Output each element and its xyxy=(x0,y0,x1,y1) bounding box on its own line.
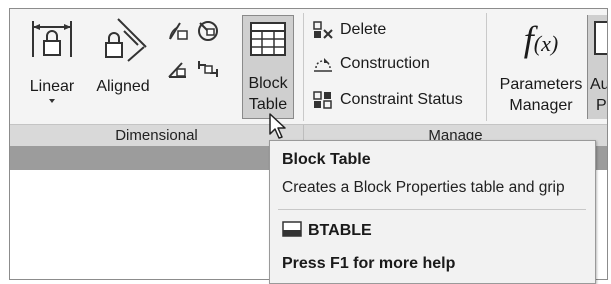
radial-constraint-icon[interactable] xyxy=(196,19,220,43)
tooltip-command: BTABLE xyxy=(282,221,372,240)
parameters-manager-label-line1: Parameters xyxy=(499,76,583,93)
construction-button[interactable]: Construction xyxy=(312,52,430,76)
linear-dimension-icon xyxy=(32,21,72,57)
linear-button[interactable]: Linear xyxy=(24,15,80,115)
block-table-button[interactable]: Block Table xyxy=(242,15,294,119)
auto-label-line2: P xyxy=(596,97,607,114)
construction-label: Construction xyxy=(340,55,430,72)
parameters-manager-label-line2: Manager xyxy=(509,97,573,114)
linear-label: Linear xyxy=(29,78,75,95)
tooltip-command-name: BTABLE xyxy=(308,222,372,239)
constraint-status-icon xyxy=(313,91,332,109)
tool-icon-partial xyxy=(594,21,607,55)
dimensional-panel-title[interactable]: Dimensional xyxy=(10,125,303,147)
constraint-status-button[interactable]: Constraint Status xyxy=(312,88,463,112)
delete-constraints-icon xyxy=(313,21,333,39)
delete-constraints-button[interactable]: Delete xyxy=(312,18,386,42)
auto-constrain-button-partial[interactable]: Au P xyxy=(587,15,608,119)
angular-constraint-icon[interactable] xyxy=(166,19,190,43)
convert-constraint-icon[interactable] xyxy=(196,57,220,81)
parameters-manager-button[interactable]: f(x) Parameters Manager xyxy=(496,15,586,119)
tooltip-description: Creates a Block Properties table and gri… xyxy=(282,179,565,196)
diameter-constraint-icon[interactable] xyxy=(166,57,190,81)
construction-icon xyxy=(314,57,332,72)
aligned-label: Aligned xyxy=(96,78,150,95)
aligned-button[interactable]: Aligned xyxy=(90,15,156,115)
chevron-down-icon[interactable] xyxy=(49,99,55,103)
tooltip-divider xyxy=(278,209,586,210)
block-table-tooltip: Block Table Creates a Block Properties t… xyxy=(269,140,596,284)
block-table-label-line1: Block xyxy=(248,75,288,92)
mouse-cursor-icon xyxy=(269,113,286,139)
panel-separator xyxy=(486,13,487,121)
ribbon: Linear Aligned Block Table Delete Constr… xyxy=(10,9,607,124)
delete-label: Delete xyxy=(340,21,387,38)
constraint-status-label: Constraint Status xyxy=(340,91,463,108)
aligned-dimension-icon xyxy=(105,18,147,62)
block-table-icon xyxy=(250,22,286,56)
function-icon: f(x) xyxy=(523,19,559,59)
command-line-icon xyxy=(282,221,302,237)
auto-label-line1: Au xyxy=(590,76,608,93)
panel-separator xyxy=(303,13,304,121)
tooltip-title: Block Table xyxy=(282,151,371,168)
tooltip-help: Press F1 for more help xyxy=(282,255,456,272)
